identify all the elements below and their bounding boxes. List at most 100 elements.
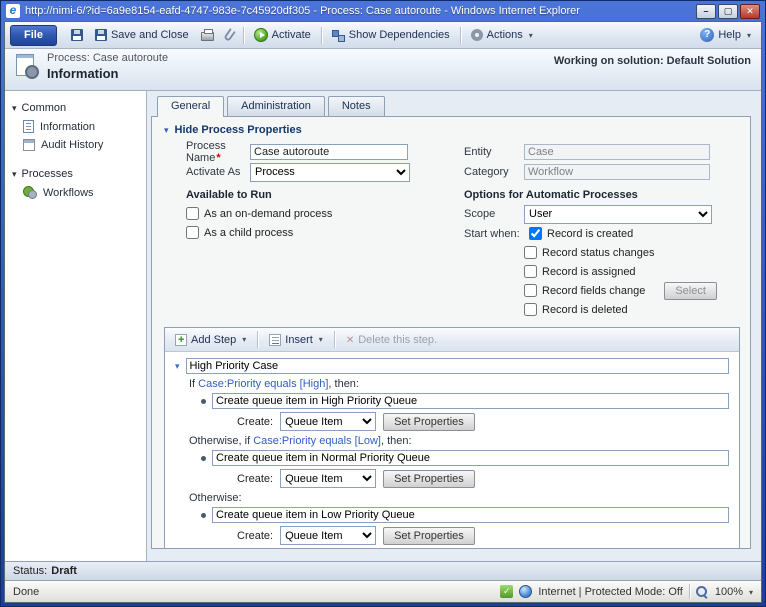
status-label: Status: xyxy=(13,565,47,577)
create-entity-select[interactable]: Queue Item xyxy=(280,469,376,488)
available-to-run-title: Available to Run xyxy=(186,182,464,204)
branch-condition: Otherwise: xyxy=(189,492,729,506)
condition-link[interactable]: Case:Priority equals [High] xyxy=(198,378,328,390)
browser-window: e http://nimi-6/?id=6a9e8154-eafd-4747-9… xyxy=(0,0,766,607)
solution-label: Working on solution: Default Solution xyxy=(554,52,751,90)
record-created-checkbox[interactable] xyxy=(529,227,542,240)
insert-icon xyxy=(269,334,281,346)
sidebar-group-common[interactable]: Common xyxy=(5,100,146,117)
set-properties-button[interactable]: Set Properties xyxy=(383,413,475,431)
save-and-close-button[interactable]: Save and Close xyxy=(90,26,194,44)
sidebar-item-information[interactable]: Information xyxy=(5,117,146,136)
toolbar-separator xyxy=(243,27,244,44)
activate-icon xyxy=(254,28,268,42)
minimize-button[interactable] xyxy=(696,4,716,19)
set-properties-button[interactable]: Set Properties xyxy=(383,470,475,488)
sidebar-group-processes[interactable]: Processes xyxy=(5,166,146,183)
maximize-button[interactable] xyxy=(718,4,738,19)
required-marker: * xyxy=(216,152,220,164)
condition-suffix: , then: xyxy=(328,378,359,390)
condition-link[interactable]: Case:Priority equals [Low] xyxy=(253,435,381,447)
process-name-label: Process Name* xyxy=(186,140,250,164)
attach-button[interactable] xyxy=(221,26,238,44)
zoom-dropdown-arrow[interactable] xyxy=(749,586,753,598)
tab-administration[interactable]: Administration xyxy=(227,96,325,116)
close-button[interactable] xyxy=(740,4,760,19)
sidebar-item-label: Workflows xyxy=(43,187,94,199)
print-button[interactable] xyxy=(196,26,219,44)
title-bar: e http://nimi-6/?id=6a9e8154-eafd-4747-9… xyxy=(4,1,762,21)
step-bullet-icon xyxy=(201,456,206,461)
status-check-icon xyxy=(500,585,513,598)
create-label: Create: xyxy=(237,416,273,428)
step-title-input[interactable] xyxy=(186,358,729,374)
app-frame: File Save and Close Activate Show Depend… xyxy=(4,21,762,603)
record-status-bar: Status: Draft xyxy=(5,561,761,580)
sidebar-item-audit-history[interactable]: Audit History xyxy=(5,136,146,154)
page-title: Information xyxy=(47,66,168,81)
set-properties-button[interactable]: Set Properties xyxy=(383,527,475,545)
step-bullet-icon xyxy=(201,399,206,404)
toolbar-separator xyxy=(334,331,335,348)
save-button[interactable] xyxy=(66,26,88,44)
record-deleted-checkbox[interactable] xyxy=(524,303,537,316)
record-fields-change-checkbox[interactable] xyxy=(524,284,537,297)
process-icon xyxy=(14,54,40,80)
statusbar-separator xyxy=(689,584,690,599)
record-assigned-checkbox[interactable] xyxy=(524,265,537,278)
tab-notes[interactable]: Notes xyxy=(328,96,385,116)
zoom-level: 100% xyxy=(715,586,743,598)
workflows-icon xyxy=(23,186,37,199)
workflow-branch: Otherwise: Create: Queue Item Set Proper… xyxy=(175,492,729,545)
category-input xyxy=(524,164,710,180)
sidebar-group-label: Common xyxy=(22,102,67,114)
step-bullet-icon xyxy=(201,513,206,518)
condition-prefix: Otherwise, if xyxy=(189,435,253,447)
show-dependencies-button[interactable]: Show Dependencies xyxy=(327,26,455,45)
scope-label: Scope xyxy=(464,208,524,220)
toolbar-separator xyxy=(257,331,258,348)
select-fields-button: Select xyxy=(664,282,717,300)
create-entity-select[interactable]: Queue Item xyxy=(280,526,376,545)
insert-button[interactable]: Insert xyxy=(265,332,327,348)
process-name-input[interactable] xyxy=(250,144,408,160)
browser-status-bar: Done Internet | Protected Mode: Off 100% xyxy=(5,580,761,602)
scope-select[interactable]: User xyxy=(524,205,712,224)
child-process-checkbox[interactable] xyxy=(186,226,199,239)
help-button[interactable]: Help xyxy=(695,25,756,45)
content-area: General Administration Notes Hide Proces… xyxy=(147,91,761,561)
delete-step-label: Delete this step. xyxy=(358,334,437,346)
record-status-changes-label: Record status changes xyxy=(542,247,655,259)
tab-general[interactable]: General xyxy=(157,96,224,117)
entity-input xyxy=(524,144,710,160)
record-status-changes-checkbox[interactable] xyxy=(524,246,537,259)
show-dependencies-label: Show Dependencies xyxy=(349,29,450,41)
save-icon xyxy=(71,29,83,41)
branch-condition: If Case:Priority equals [High], then: xyxy=(189,378,729,392)
branch-condition: Otherwise, if Case:Priority equals [Low]… xyxy=(189,435,729,449)
activate-as-select[interactable]: Process xyxy=(250,163,410,182)
activate-button[interactable]: Activate xyxy=(249,25,316,45)
insert-label: Insert xyxy=(285,334,313,346)
file-tab[interactable]: File xyxy=(10,25,57,46)
step-description-input[interactable] xyxy=(212,393,729,409)
toolbar-separator xyxy=(321,27,322,44)
on-demand-label: As an on-demand process xyxy=(204,208,332,220)
selected-step-marker-icon xyxy=(175,360,180,372)
record-deleted-label: Record is deleted xyxy=(542,304,628,316)
breadcrumb: Process: Case autoroute xyxy=(47,52,168,64)
step-description-input[interactable] xyxy=(212,507,729,523)
sidebar-nav: Common Information Audit History Process… xyxy=(5,91,147,561)
hide-properties-toggle[interactable]: Hide Process Properties xyxy=(152,117,750,140)
on-demand-checkbox[interactable] xyxy=(186,207,199,220)
child-process-label: As a child process xyxy=(204,227,293,239)
create-entity-select[interactable]: Queue Item xyxy=(280,412,376,431)
actions-button[interactable]: Actions xyxy=(466,26,538,44)
workflow-step-editor: Add Step Insert Delete this step. xyxy=(164,327,740,549)
add-step-button[interactable]: Add Step xyxy=(171,332,250,348)
form-panel: Hide Process Properties Process Name* Ac… xyxy=(151,116,751,549)
step-description-input[interactable] xyxy=(212,450,729,466)
delete-step-button: Delete this step. xyxy=(342,332,441,348)
dependencies-icon xyxy=(332,29,345,42)
sidebar-item-workflows[interactable]: Workflows xyxy=(5,183,146,202)
